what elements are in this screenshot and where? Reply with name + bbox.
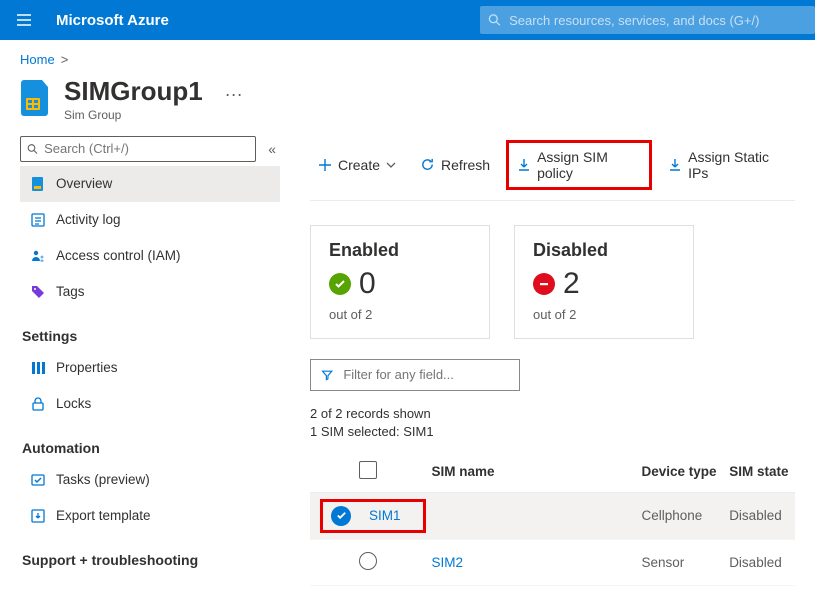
sidebar-item-tags[interactable]: Tags (20, 274, 280, 310)
properties-icon (30, 360, 46, 376)
sidebar-item-label: Tasks (preview) (56, 472, 150, 487)
table-row[interactable]: SIM1 Cellphone Disabled (310, 492, 795, 539)
cell-device: Sensor (636, 539, 724, 585)
assign-policy-label: Assign SIM policy (537, 149, 641, 181)
brand-label: Microsoft Azure (56, 12, 169, 29)
sidebar-item-tasks[interactable]: Tasks (preview) (20, 462, 280, 498)
assign-static-ips-button[interactable]: Assign Static IPs (660, 143, 795, 187)
create-button[interactable]: Create (310, 151, 404, 179)
tasks-icon (30, 472, 46, 488)
chevron-right-icon: > (61, 52, 69, 67)
col-device-type[interactable]: Device type (636, 451, 724, 493)
create-label: Create (338, 157, 380, 173)
sim-table: SIM name Device type SIM state SIM1 (310, 451, 795, 586)
disabled-sub: out of 2 (533, 307, 675, 322)
page-subtitle: Sim Group (64, 108, 203, 122)
sidebar-item-overview[interactable]: Overview (20, 166, 280, 202)
sidebar-item-label: Activity log (56, 212, 121, 227)
activity-log-icon (30, 212, 46, 228)
section-settings: Settings (22, 328, 280, 344)
page-title: SIMGroup1 (64, 77, 203, 106)
sidebar-item-locks[interactable]: Locks (20, 386, 280, 422)
plus-icon (318, 158, 332, 172)
section-automation: Automation (22, 440, 280, 456)
collapse-sidebar-button[interactable]: « (264, 141, 280, 157)
refresh-icon (420, 157, 435, 172)
enabled-sub: out of 2 (329, 307, 471, 322)
col-sim-state[interactable]: SIM state (723, 451, 795, 493)
records-info: 2 of 2 records shown 1 SIM selected: SIM… (310, 405, 795, 441)
row-checkbox-selected[interactable] (331, 506, 351, 526)
cell-state: Disabled (723, 539, 795, 585)
sim-group-icon (20, 80, 52, 116)
col-sim-name[interactable]: SIM name (426, 451, 636, 493)
refresh-button[interactable]: Refresh (412, 151, 498, 179)
overview-icon (30, 176, 46, 192)
refresh-label: Refresh (441, 157, 490, 173)
enabled-title: Enabled (329, 240, 471, 261)
breadcrumb: Home > (20, 52, 795, 67)
more-actions-button[interactable]: ··· (225, 85, 243, 103)
assign-ips-label: Assign Static IPs (688, 149, 787, 181)
table-row[interactable]: SIM2 Sensor Disabled (310, 539, 795, 585)
menu-search[interactable] (20, 136, 256, 162)
download-icon (668, 158, 682, 172)
sidebar: « Overview Activity log Access control (… (20, 136, 280, 586)
section-support: Support + troubleshooting (22, 552, 280, 568)
sim-name-link[interactable]: SIM2 (432, 555, 464, 570)
records-shown: 2 of 2 records shown (310, 405, 795, 423)
sidebar-item-label: Tags (56, 284, 85, 299)
select-all-checkbox[interactable] (359, 461, 377, 479)
sidebar-item-label: Access control (IAM) (56, 248, 181, 263)
assign-sim-policy-button[interactable]: Assign SIM policy (506, 140, 652, 190)
sidebar-item-iam[interactable]: Access control (IAM) (20, 238, 280, 274)
disabled-value: 2 (563, 267, 580, 301)
sidebar-item-export-template[interactable]: Export template (20, 498, 280, 534)
sidebar-item-label: Overview (56, 176, 112, 191)
enabled-card: Enabled 0 out of 2 (310, 225, 490, 339)
cell-state: Disabled (723, 492, 795, 539)
export-icon (30, 508, 46, 524)
lock-icon (30, 396, 46, 412)
sidebar-item-label: Properties (56, 360, 118, 375)
iam-icon (30, 248, 46, 264)
breadcrumb-home[interactable]: Home (20, 52, 55, 67)
global-search-input[interactable] (509, 13, 807, 28)
toolbar: Create Refresh Assign SIM policy Assign … (310, 136, 795, 201)
hamburger-menu-button[interactable] (0, 12, 48, 28)
sim-name-link[interactable]: SIM1 (369, 508, 401, 523)
records-selected: 1 SIM selected: SIM1 (310, 423, 795, 441)
page-header: SIMGroup1 Sim Group ··· (20, 77, 795, 122)
filter-icon (321, 368, 333, 382)
search-icon (488, 13, 501, 27)
no-entry-icon (533, 273, 555, 295)
sidebar-item-label: Export template (56, 508, 151, 523)
enabled-value: 0 (359, 267, 376, 301)
sidebar-item-activity-log[interactable]: Activity log (20, 202, 280, 238)
row-checkbox[interactable] (359, 552, 377, 570)
filter-input[interactable] (343, 367, 509, 382)
disabled-title: Disabled (533, 240, 675, 261)
global-search[interactable] (480, 6, 815, 34)
disabled-card: Disabled 2 out of 2 (514, 225, 694, 339)
tags-icon (30, 284, 46, 300)
download-icon (517, 158, 531, 172)
filter-box[interactable] (310, 359, 520, 391)
sidebar-item-label: Locks (56, 396, 91, 411)
search-icon (27, 143, 38, 155)
chevron-down-icon (386, 160, 396, 170)
menu-search-input[interactable] (44, 141, 249, 156)
check-circle-icon (329, 273, 351, 295)
top-bar: Microsoft Azure (0, 0, 815, 40)
cell-device: Cellphone (636, 492, 724, 539)
main-content: Create Refresh Assign SIM policy Assign … (280, 136, 795, 586)
sidebar-item-properties[interactable]: Properties (20, 350, 280, 386)
